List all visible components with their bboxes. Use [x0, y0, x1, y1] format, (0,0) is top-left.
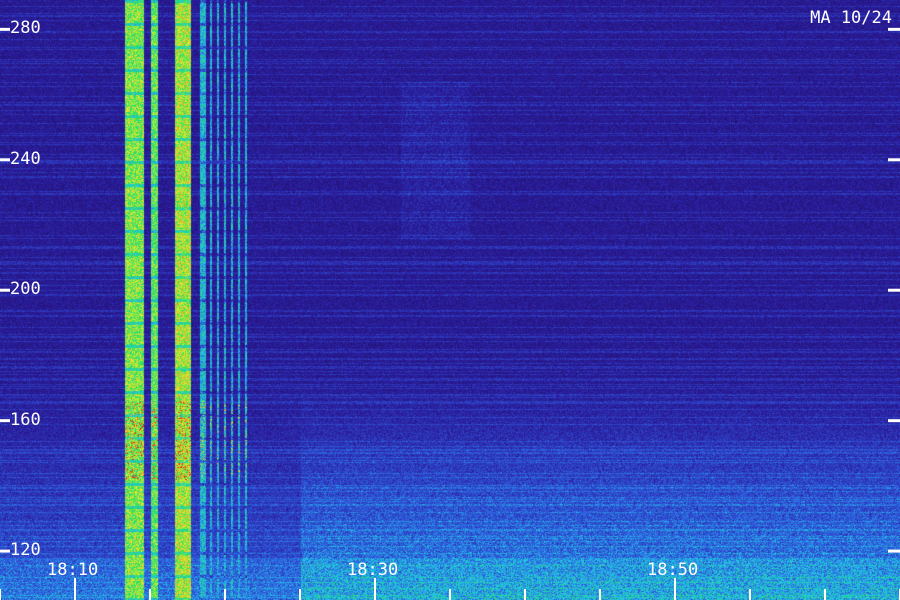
y-tick-label-160: 160: [10, 409, 41, 430]
x-tick-label-18:50: 18:50: [647, 560, 699, 580]
axis-ticks-layer: [0, 27, 900, 600]
spectrogram-chart: MA 10/24 280 240 200 160 120 18:10 18:30 18:50: [0, 0, 900, 600]
y-tick-label-280: 280: [10, 18, 41, 39]
y-tick-label-200: 200: [10, 279, 41, 300]
chart-title: MA 10/24: [810, 8, 892, 28]
x-tick-label-18:30: 18:30: [347, 560, 399, 580]
x-tick-label-18:10: 18:10: [47, 560, 99, 580]
y-tick-label-240: 240: [10, 148, 41, 169]
y-tick-label-120: 120: [10, 540, 41, 561]
